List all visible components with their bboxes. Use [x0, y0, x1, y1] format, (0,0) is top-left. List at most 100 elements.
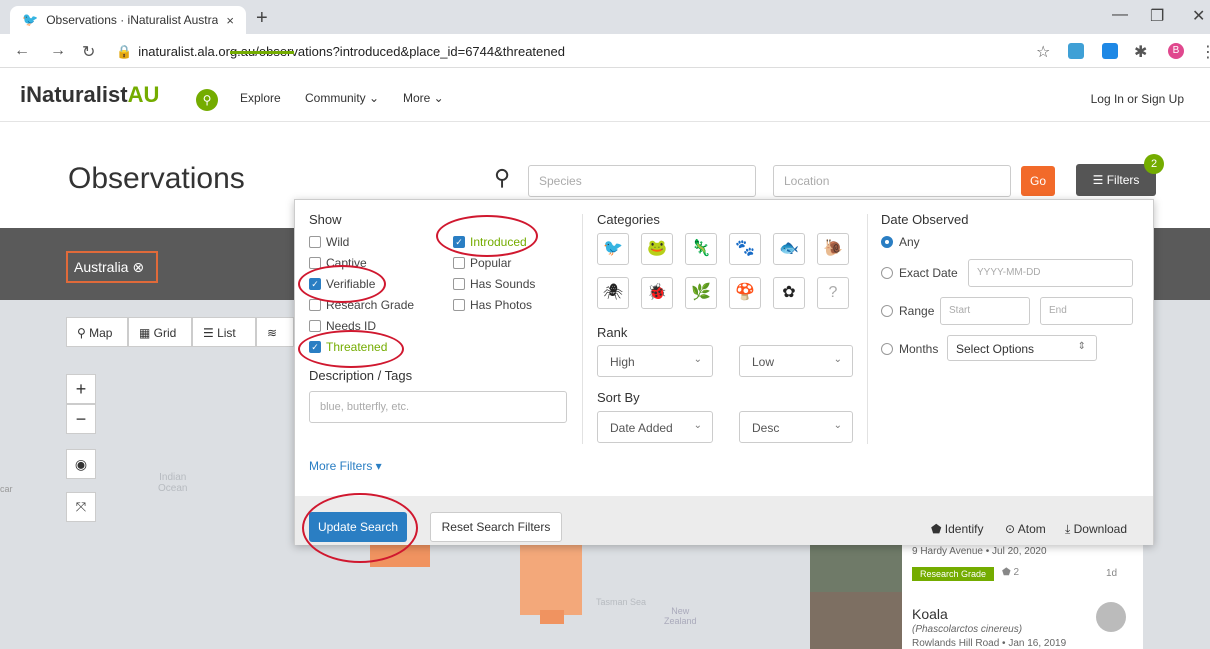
extension-icon[interactable]	[1102, 43, 1118, 59]
checkbox-label: Has Sounds	[470, 277, 536, 291]
annotation-circle	[302, 493, 418, 563]
plant-icon[interactable]: 🌿	[685, 277, 717, 309]
more-filters-link[interactable]: More Filters ▾	[309, 459, 382, 473]
exact-date-input[interactable]: YYYY-MM-DD	[968, 259, 1133, 287]
zoom-out-button[interactable]: −	[66, 404, 96, 434]
heatmap-cell	[520, 545, 582, 615]
select-value: Low	[752, 355, 775, 369]
locate-icon[interactable]: ◉	[66, 449, 96, 479]
new-tab-button[interactable]: +	[256, 7, 268, 30]
location-input[interactable]: Location	[773, 165, 1011, 197]
reptile-icon[interactable]: 🦎	[685, 233, 717, 265]
rank-low-select[interactable]: Low ⌄	[739, 345, 853, 377]
atom-link[interactable]: ⊙ Atom	[1005, 522, 1046, 536]
atom-label: Atom	[1017, 522, 1046, 536]
zoom-in-button[interactable]: +	[66, 374, 96, 404]
card-scientific-name: (Phascolarctos cinereus)	[912, 624, 1023, 635]
sort-field-select[interactable]: Date Added ⌄	[597, 411, 713, 443]
checkbox-has-photos[interactable]: Has Photos	[453, 298, 532, 312]
nav-explore[interactable]: Explore	[240, 91, 281, 105]
avatar[interactable]	[1096, 602, 1126, 632]
identify-link[interactable]: ⬟ Identify	[931, 522, 983, 536]
observation-card[interactable]: 9 Hardy Avenue • Jul 20, 2020 Research G…	[810, 542, 1143, 592]
site-logo[interactable]: iNaturalistAU	[20, 82, 159, 108]
puzzle-icon[interactable]: ✱	[1134, 42, 1147, 62]
sort-header: Sort By	[597, 390, 640, 405]
go-button[interactable]: Go	[1021, 166, 1055, 196]
chevron-down-icon: ⌄	[833, 420, 842, 431]
view-grid-button[interactable]: ▦ Grid	[128, 317, 192, 347]
filters-button[interactable]: ☰ Filters	[1076, 164, 1156, 196]
insect-icon[interactable]: 🐞	[641, 277, 673, 309]
observation-card[interactable]: Koala (Phascolarctos cinereus) Rowlands …	[810, 592, 1143, 649]
checkbox-wild[interactable]: Wild	[309, 235, 349, 249]
research-grade-badge: Research Grade	[912, 567, 995, 581]
maximize-icon[interactable]: ❐	[1150, 6, 1164, 26]
view-list-button[interactable]: ☰ List	[192, 317, 256, 347]
checkbox-has-sounds[interactable]: Has Sounds	[453, 277, 535, 291]
months-select[interactable]: Select Options ⇕	[947, 335, 1097, 361]
unknown-icon[interactable]: ?	[817, 277, 849, 309]
shield-icon: ⬟	[931, 522, 945, 536]
amphibian-icon[interactable]: 🐸	[641, 233, 673, 265]
layers-button[interactable]: ≋	[256, 317, 294, 347]
radio-icon	[881, 305, 893, 317]
ids-count: ⬟ 2	[1002, 567, 1019, 578]
checkbox-box	[309, 299, 321, 311]
checkbox-box	[309, 320, 321, 332]
radio-any[interactable]: Any	[881, 235, 920, 249]
nav-community[interactable]: Community ⌄	[305, 91, 379, 105]
view-map-button[interactable]: ⚲ Map	[66, 317, 128, 347]
checkbox-label: Popular	[470, 256, 512, 270]
protozoa-icon[interactable]: ✿	[773, 277, 805, 309]
rank-high-select[interactable]: High ⌄	[597, 345, 713, 377]
checkbox-box	[309, 236, 321, 248]
download-link[interactable]: ⤓ Download	[1065, 522, 1127, 537]
bookmark-star-icon[interactable]: ☆	[1036, 42, 1050, 62]
radio-exact-date[interactable]: Exact Date	[881, 266, 958, 280]
profile-avatar[interactable]: B	[1168, 43, 1184, 59]
close-window-icon[interactable]: ✕	[1192, 6, 1205, 26]
search-icon[interactable]: ⚲	[196, 89, 218, 111]
mollusk-icon[interactable]: 🐌	[817, 233, 849, 265]
checkbox-popular[interactable]: Popular	[453, 256, 511, 270]
forward-icon[interactable]: →	[50, 42, 66, 60]
grid-icon: ▦	[139, 326, 154, 340]
arachnid-icon[interactable]: 🕷	[597, 277, 629, 309]
fish-icon[interactable]: 🐟	[773, 233, 805, 265]
url-text: inaturalist.ala.org.au/observations?intr…	[138, 44, 565, 59]
back-icon[interactable]: ←	[14, 42, 30, 60]
description-input[interactable]: blue, butterfly, etc.	[309, 391, 567, 423]
fungi-icon[interactable]: 🍄	[729, 277, 761, 309]
range-end-input[interactable]: End	[1040, 297, 1133, 325]
filters-panel: Show Wild Captive ✓ Verifiable Research G…	[294, 199, 1154, 545]
extension-icon[interactable]	[1068, 43, 1084, 59]
login-link[interactable]: Log In or Sign Up	[1091, 92, 1184, 106]
sort-order-select[interactable]: Desc ⌄	[739, 411, 853, 443]
reload-icon[interactable]: ↻	[82, 42, 95, 62]
range-start-input[interactable]: Start	[940, 297, 1030, 325]
address-bar: ← → ↻ 🔒 inaturalist.ala.org.au/observatio…	[0, 34, 1210, 68]
reset-filters-button[interactable]: Reset Search Filters	[430, 512, 562, 542]
radio-months[interactable]: Months	[881, 342, 938, 356]
menu-icon[interactable]: ⋮	[1200, 42, 1210, 62]
close-circle-icon[interactable]: ⊗	[132, 259, 144, 275]
mammal-icon[interactable]: 🐾	[729, 233, 761, 265]
species-input[interactable]: Species	[528, 165, 756, 197]
nz-label-line2: Zealand	[664, 616, 697, 626]
radio-range[interactable]: Range	[881, 304, 934, 318]
tab-close-icon[interactable]: ×	[226, 13, 234, 28]
checkbox-box	[453, 299, 465, 311]
chevron-down-icon: ⌄	[833, 354, 842, 365]
place-filter-pill[interactable]: Australia ⊗	[66, 251, 158, 283]
view-map-label: Map	[89, 326, 113, 340]
observation-photo	[810, 542, 902, 592]
nav-more[interactable]: More ⌄	[403, 91, 444, 105]
show-header: Show	[309, 212, 342, 227]
column-divider	[867, 214, 868, 444]
annotation-circle	[436, 215, 538, 257]
browser-tab[interactable]: 🐦 Observations · iNaturalist Austral ×	[10, 6, 246, 34]
fullscreen-icon[interactable]: ⤧	[66, 492, 96, 522]
bird-icon[interactable]: 🐦	[597, 233, 629, 265]
minimize-icon[interactable]: —	[1112, 6, 1128, 24]
